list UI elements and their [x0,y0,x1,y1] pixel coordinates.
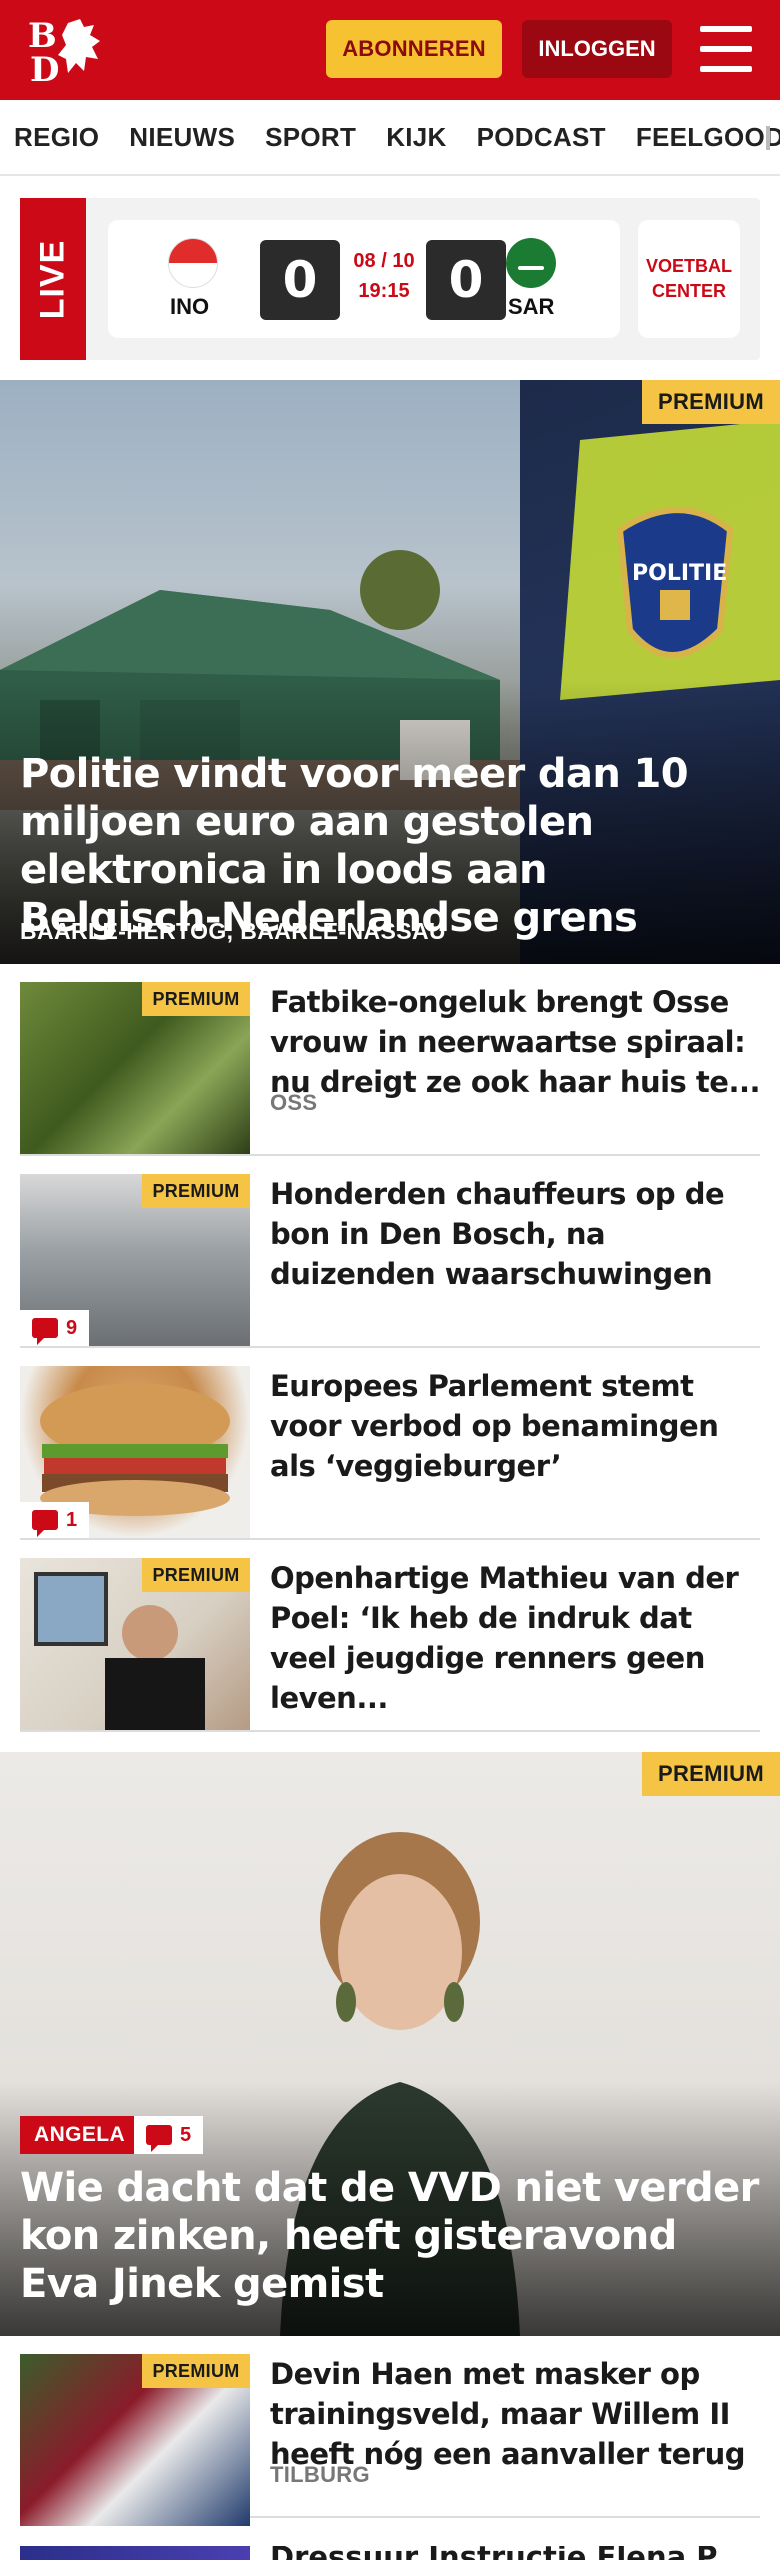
premium-badge: PREMIUM [142,1558,250,1592]
columnist-tag[interactable]: ANGELA [20,2116,140,2154]
article-thumbnail [20,2546,250,2560]
nav-overflow-indicator [766,126,770,150]
menu-line [700,26,752,32]
article-location: OSS [270,1090,318,1115]
saudi-flag-icon [506,238,556,288]
premium-badge: PREMIUM [142,1174,250,1208]
match-date: 08 / 10 [353,250,415,272]
svg-text:D: D [30,50,59,85]
premium-badge: PREMIUM [642,380,780,424]
premium-badge: PREMIUM [142,2354,250,2388]
match-datetime: 08 / 10 19:15 [344,246,424,306]
voetbal-center-button[interactable]: VOETBAL CENTER [638,220,740,338]
article-title[interactable]: Devin Haen met masker op trainingsveld, … [270,2354,760,2474]
comment-count[interactable]: 9 [20,1310,90,1346]
list-item-partial[interactable]: Dressuur Instructie Elena P... [20,2546,760,2560]
match-time: 19:15 [358,280,410,302]
list-item[interactable]: PREMIUM Openhartige Mathieu van der Poel… [20,1540,760,1732]
login-button[interactable]: INLOGGEN [522,20,672,78]
article-thumbnail: 1 [20,1366,250,1538]
site-header: B D ABONNEREN INLOGGEN [0,0,780,100]
nav-item-sport[interactable]: SPORT [265,122,356,153]
comment-count-value: 5 [180,2123,192,2146]
indonesia-flag-icon [168,238,218,288]
hero-location: BAARLE-HERTOG, BAARLE-NASSAU [20,918,447,944]
article-title[interactable]: Honderden chauffeurs op de bon in Den Bo… [270,1174,760,1294]
hero-article[interactable]: POLITIE PREMIUM Politie vindt voor meer … [0,380,780,964]
comment-count[interactable]: 1 [20,1502,90,1538]
opinion-title[interactable]: Wie dacht dat de VVD niet verder kon zin… [20,2164,760,2308]
nav-item-nieuws[interactable]: NIEUWS [129,122,235,153]
list-item[interactable]: PREMIUM 9 Honderden chauffeurs op de bon… [20,1156,760,1348]
hero-title[interactable]: Politie vindt voor meer dan 10 miljoen e… [20,750,760,942]
comment-count[interactable]: 5 [134,2116,204,2154]
menu-icon[interactable] [700,26,752,72]
list-item[interactable]: PREMIUM Devin Haen met masker op trainin… [20,2336,760,2526]
nav-item-regio[interactable]: REGIO [14,122,99,153]
bd-logo[interactable]: B D [28,15,114,90]
live-match-widget: LIVE INO 0 08 / 10 19:15 0 SAR VOETBAL C… [20,198,760,360]
article-title[interactable]: Dressuur Instructie Elena P... [270,2546,745,2560]
premium-badge: PREMIUM [142,982,250,1016]
home-score: 0 [260,240,340,320]
article-location: TILBURG [270,2462,370,2487]
article-thumbnail: PREMIUM [20,1558,250,1730]
opinion-article[interactable]: PREMIUM ANGELA 5 Wie dacht dat de VVD ni… [0,1752,780,2336]
premium-badge: PREMIUM [642,1752,780,1796]
article-title[interactable]: Europees Parlement stemt voor verbod op … [270,1366,760,1486]
nav-item-kijk[interactable]: KIJK [386,122,446,153]
nav-item-podcast[interactable]: PODCAST [477,122,606,153]
list-item[interactable]: PREMIUM Fatbike-ongeluk brengt Osse vrou… [20,964,761,1156]
bd-logo-icon: B D [28,16,100,90]
menu-line [700,66,752,72]
section-nav: REGIO NIEUWS SPORT KIJK PODCAST FEELGOOD [0,100,780,176]
menu-line [700,46,752,52]
article-title[interactable]: Openhartige Mathieu van der Poel: ‘Ik he… [270,1558,760,1718]
home-team: INO [170,294,210,319]
comment-icon [146,2125,172,2152]
subscribe-button[interactable]: ABONNEREN [326,20,502,78]
list-item[interactable]: 1 Europees Parlement stemt voor verbod o… [20,1348,760,1540]
article-thumbnail: PREMIUM 9 [20,1174,250,1346]
svg-text:POLITIE: POLITIE [632,561,727,586]
comment-count-value: 1 [66,1508,78,1531]
article-thumbnail: PREMIUM [20,982,250,1154]
comment-icon [32,1318,58,1345]
live-tag: LIVE [20,198,86,360]
live-label: LIVE [33,239,72,319]
away-score: 0 [426,240,506,320]
article-title[interactable]: Fatbike-ongeluk brengt Osse vrouw in nee… [270,982,761,1102]
article-thumbnail: PREMIUM [20,2354,250,2526]
nav-item-feelgood[interactable]: FEELGOOD [636,122,780,153]
away-team: SAR [508,294,555,319]
comment-count-value: 9 [66,1316,78,1339]
comment-icon [32,1510,58,1537]
match-card[interactable]: INO 0 08 / 10 19:15 0 SAR [108,220,620,338]
